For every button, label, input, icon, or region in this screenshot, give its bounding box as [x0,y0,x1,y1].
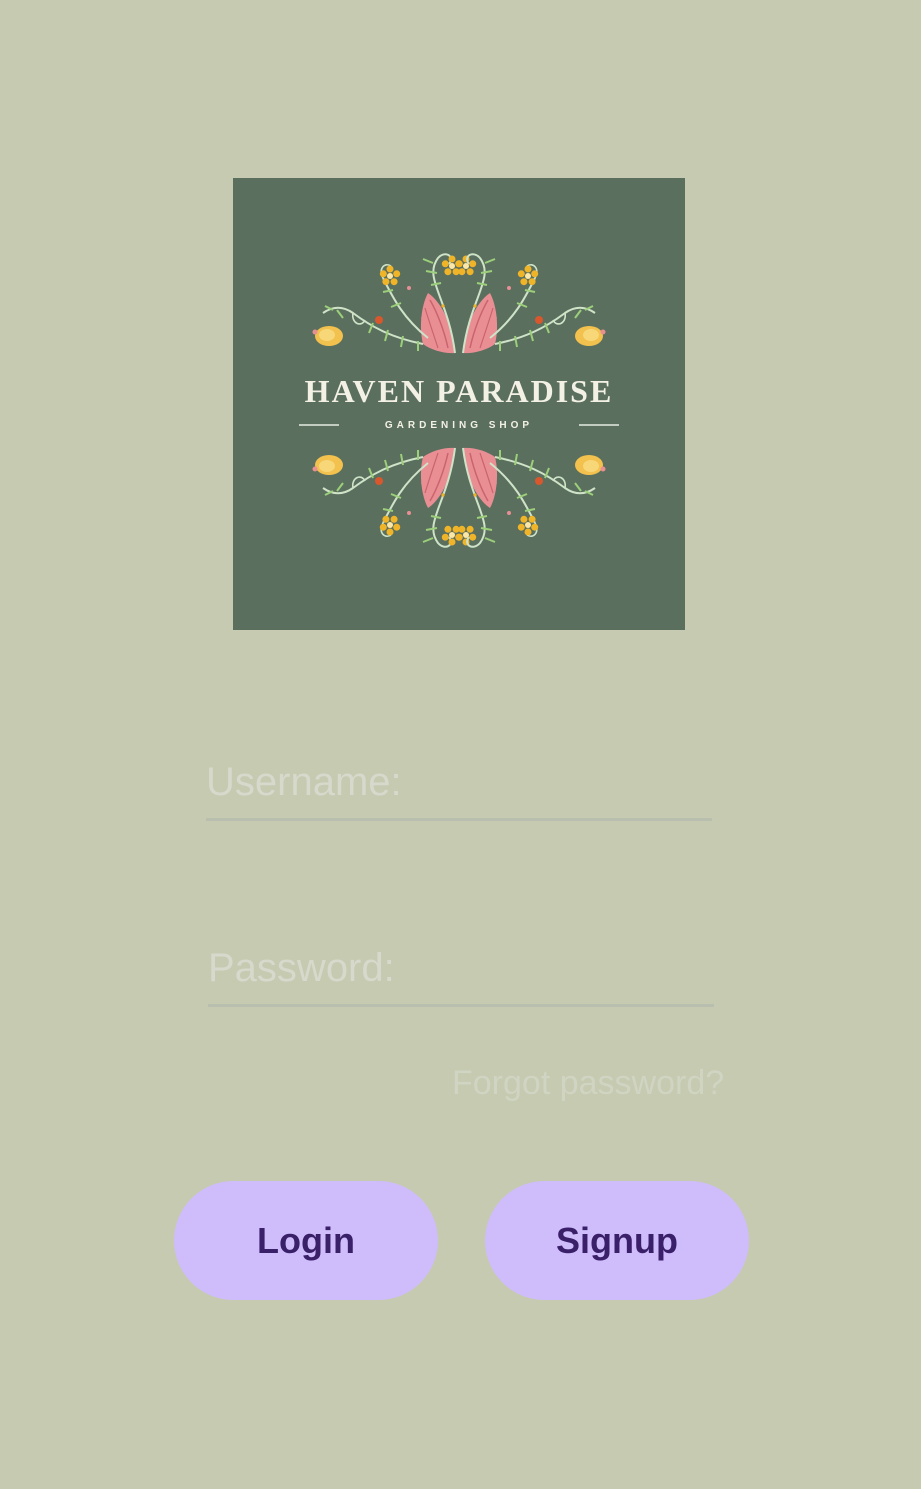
logo-title: HAVEN PARADISE [305,373,614,409]
app-logo: HAVEN PARADISE GARDENING SHOP [233,178,685,630]
signup-button[interactable]: Signup [485,1181,749,1300]
password-input[interactable] [208,938,714,1007]
username-input[interactable] [206,752,712,821]
logo-subtitle: GARDENING SHOP [385,420,533,431]
login-button[interactable]: Login [174,1181,438,1300]
floral-logo-icon: HAVEN PARADISE GARDENING SHOP [299,178,619,630]
forgot-password-link[interactable]: Forgot password? [452,1064,724,1103]
